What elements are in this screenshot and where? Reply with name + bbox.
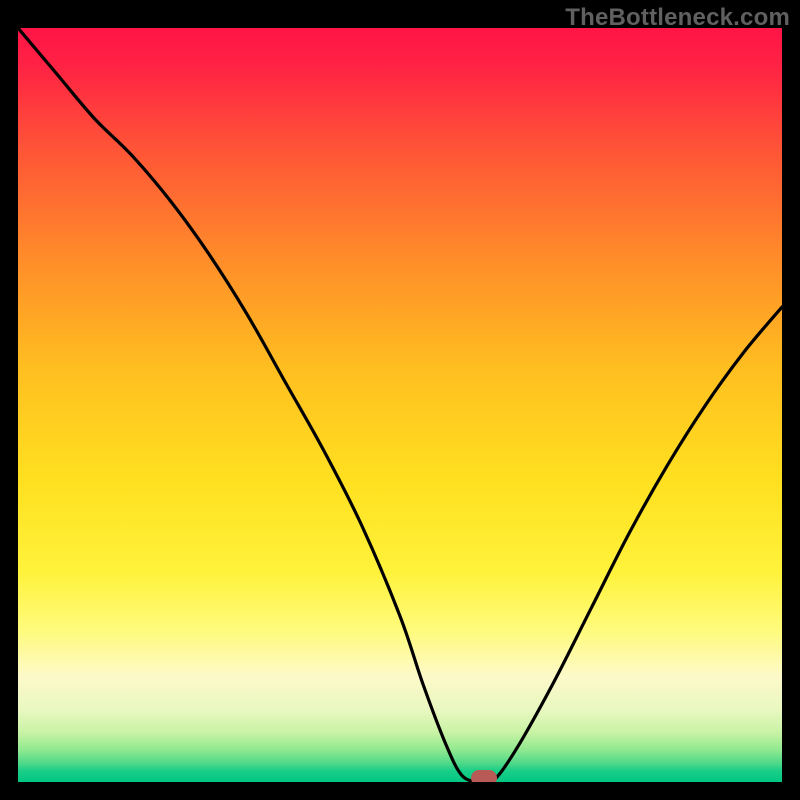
- chart-frame: TheBottleneck.com: [0, 0, 800, 800]
- bottleneck-curve: [18, 28, 782, 782]
- plot-area: [18, 28, 782, 782]
- watermark-text: TheBottleneck.com: [565, 4, 790, 32]
- optimal-point-marker: [471, 770, 497, 782]
